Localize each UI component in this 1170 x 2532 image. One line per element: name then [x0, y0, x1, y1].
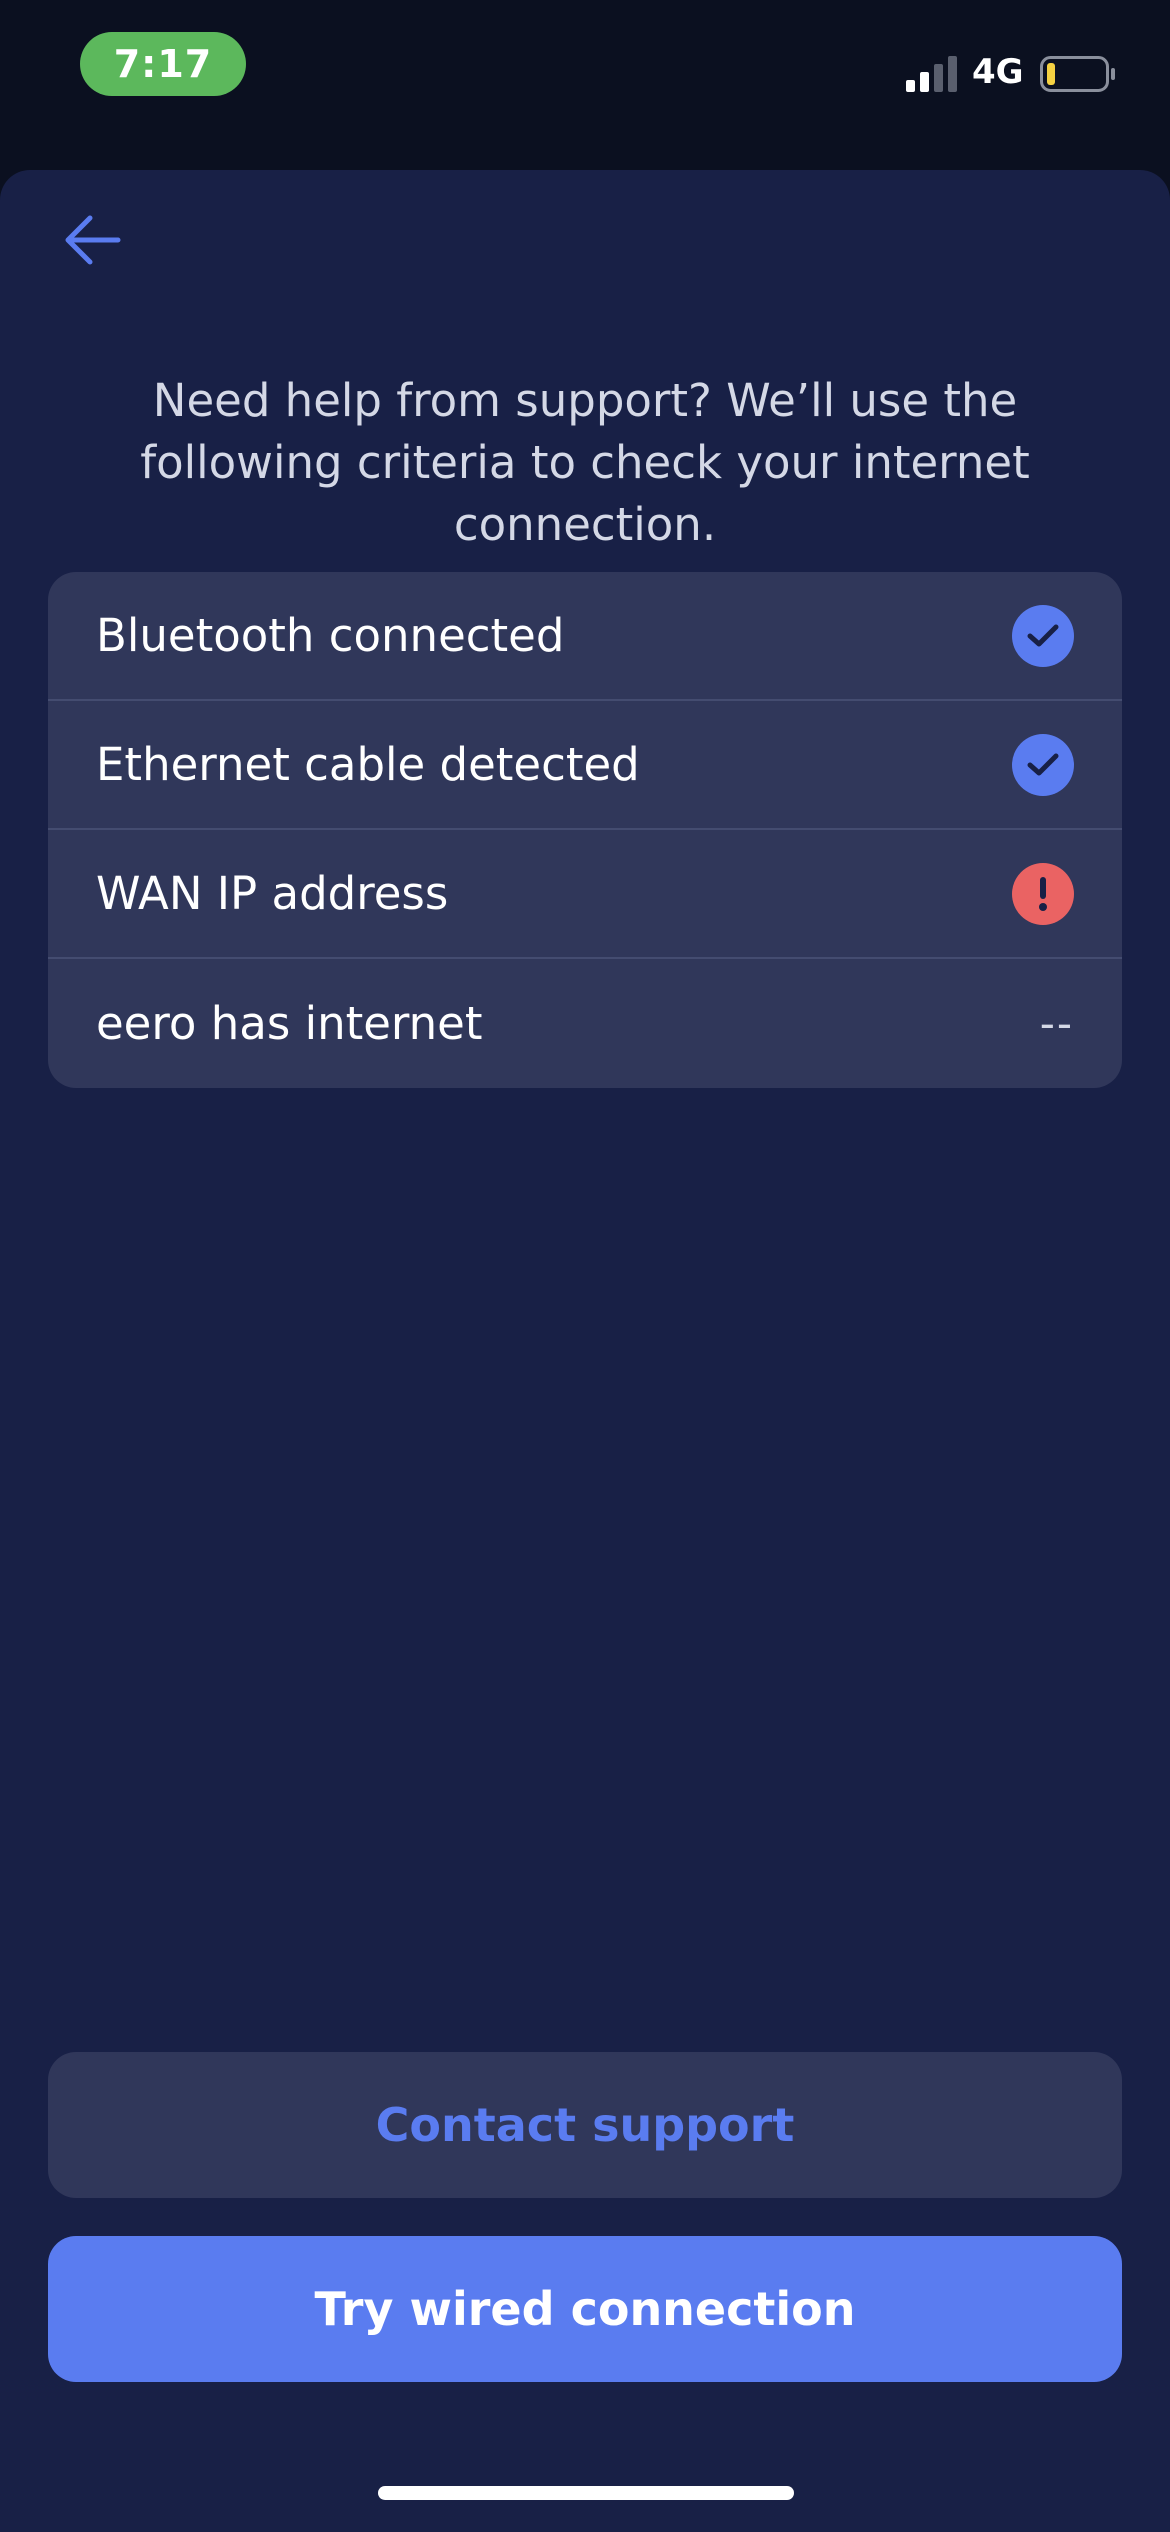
arrow-left-icon — [65, 215, 121, 265]
criteria-label: eero has internet — [96, 997, 483, 1050]
check-icon — [1012, 604, 1074, 667]
status-pending: -- — [1039, 999, 1074, 1048]
criteria-label: Bluetooth connected — [96, 609, 565, 662]
back-button[interactable] — [52, 200, 132, 280]
status-bar: 7:17 4G — [0, 0, 1170, 170]
contact-support-button[interactable]: Contact support — [48, 2052, 1122, 2198]
home-indicator — [378, 2486, 794, 2500]
signal-icon — [906, 56, 957, 92]
criteria-label: WAN IP address — [96, 867, 449, 920]
criteria-label: Ethernet cable detected — [96, 738, 640, 791]
check-icon — [1012, 733, 1074, 796]
criteria-row-ethernet: Ethernet cable detected — [48, 701, 1122, 830]
criteria-row-internet: eero has internet -- — [48, 959, 1122, 1088]
criteria-row-wan-ip: WAN IP address — [48, 830, 1122, 959]
status-time: 7:17 — [113, 42, 213, 86]
battery-icon — [1040, 56, 1115, 92]
try-wired-connection-button[interactable]: Try wired connection — [48, 2236, 1122, 2382]
intro-text: Need help from support? We’ll use the fo… — [140, 374, 1030, 551]
exclamation-icon — [1012, 862, 1074, 925]
time-pill: 7:17 — [80, 32, 246, 96]
network-type: 4G — [972, 52, 1024, 92]
criteria-row-bluetooth: Bluetooth connected — [48, 572, 1122, 701]
criteria-list: Bluetooth connected Ethernet cable detec… — [48, 572, 1122, 1088]
